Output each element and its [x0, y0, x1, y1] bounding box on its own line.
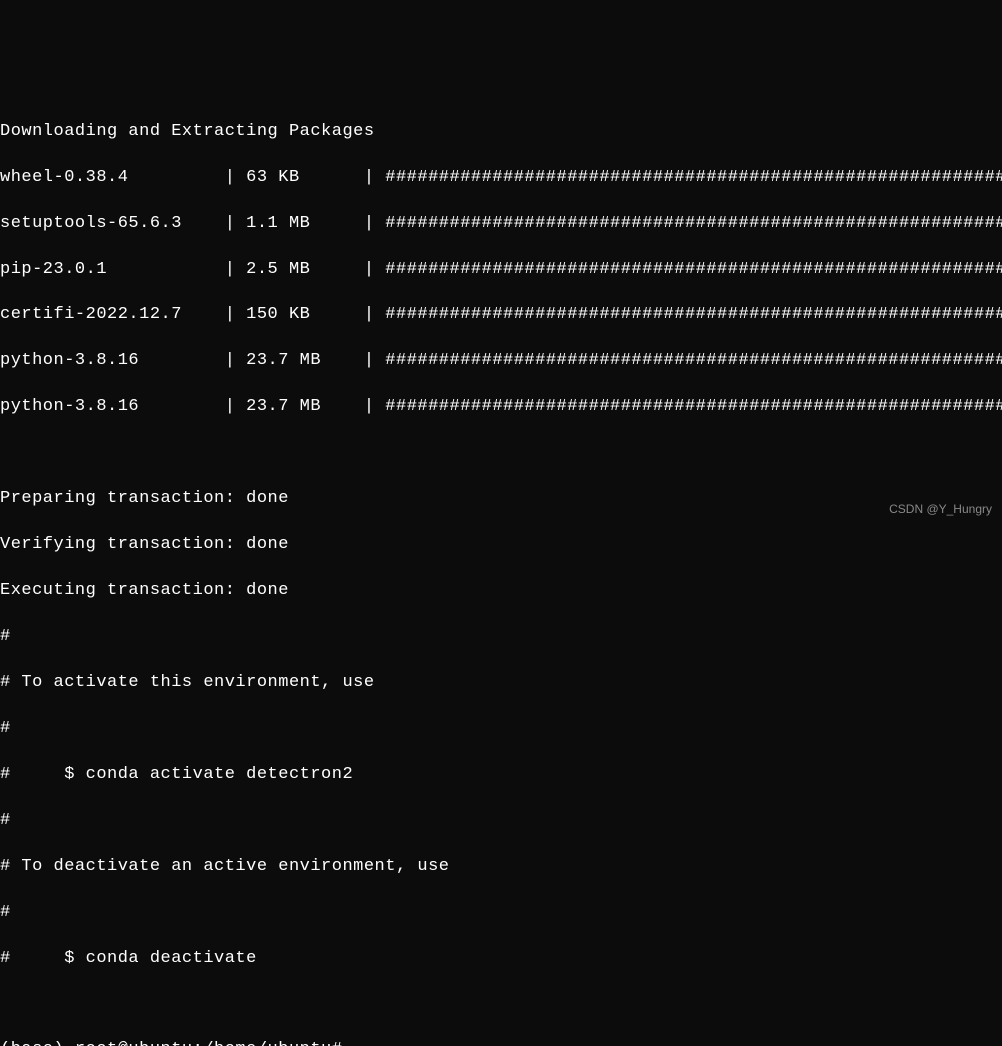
- activate-command: # $ conda activate detectron2: [0, 764, 1002, 787]
- deactivate-command: # $ conda deactivate: [0, 948, 1002, 971]
- deactivate-instruction: # To deactivate an active environment, u…: [0, 856, 1002, 879]
- package-name: python-3.8.16: [0, 351, 139, 370]
- comment-line: #: [0, 626, 1002, 649]
- package-row: setuptools-65.6.3 | 1.1 MB | ###########…: [0, 213, 1002, 236]
- package-name: python-3.8.16: [0, 397, 139, 416]
- progress-bar: ########################################…: [385, 305, 1002, 324]
- package-row: wheel-0.38.4 | 63 KB | #################…: [0, 167, 1002, 190]
- package-name: certifi-2022.12.7: [0, 305, 182, 324]
- comment-line: #: [0, 810, 1002, 833]
- progress-bar: ########################################…: [385, 260, 1002, 279]
- progress-bar: ########################################…: [385, 214, 1002, 233]
- comment-line: #: [0, 718, 1002, 741]
- progress-bar: ########################################…: [385, 351, 1002, 370]
- progress-bar: ########################################…: [385, 397, 1002, 416]
- package-size: 63 KB: [246, 168, 300, 187]
- transaction-verify: Verifying transaction: done: [0, 534, 1002, 557]
- package-row: python-3.8.16 | 23.7 MB | ##############…: [0, 350, 1002, 373]
- package-row: pip-23.0.1 | 2.5 MB | ##################…: [0, 259, 1002, 282]
- package-row: python-3.8.16 | 23.7 MB | ##############…: [0, 396, 1002, 419]
- package-size: 150 KB: [246, 305, 310, 324]
- download-header: Downloading and Extracting Packages: [0, 121, 1002, 144]
- package-name: wheel-0.38.4: [0, 168, 128, 187]
- blank-line: [0, 442, 1002, 465]
- package-size: 23.7 MB: [246, 397, 321, 416]
- terminal-output[interactable]: Downloading and Extracting Packages whee…: [0, 98, 1002, 1046]
- package-size: 23.7 MB: [246, 351, 321, 370]
- package-row: certifi-2022.12.7 | 150 KB | ###########…: [0, 304, 1002, 327]
- watermark: CSDN @Y_Hungry: [889, 501, 992, 517]
- shell-prompt[interactable]: (base) root@ubuntu:/home/ubuntu#: [0, 1039, 1002, 1046]
- package-size: 2.5 MB: [246, 260, 310, 279]
- activate-instruction: # To activate this environment, use: [0, 672, 1002, 695]
- comment-line: #: [0, 902, 1002, 925]
- progress-bar: ########################################…: [385, 168, 1002, 187]
- package-size: 1.1 MB: [246, 214, 310, 233]
- transaction-execute: Executing transaction: done: [0, 580, 1002, 603]
- package-name: setuptools-65.6.3: [0, 214, 182, 233]
- transaction-prepare: Preparing transaction: done: [0, 488, 1002, 511]
- package-name: pip-23.0.1: [0, 260, 107, 279]
- blank-line: [0, 994, 1002, 1017]
